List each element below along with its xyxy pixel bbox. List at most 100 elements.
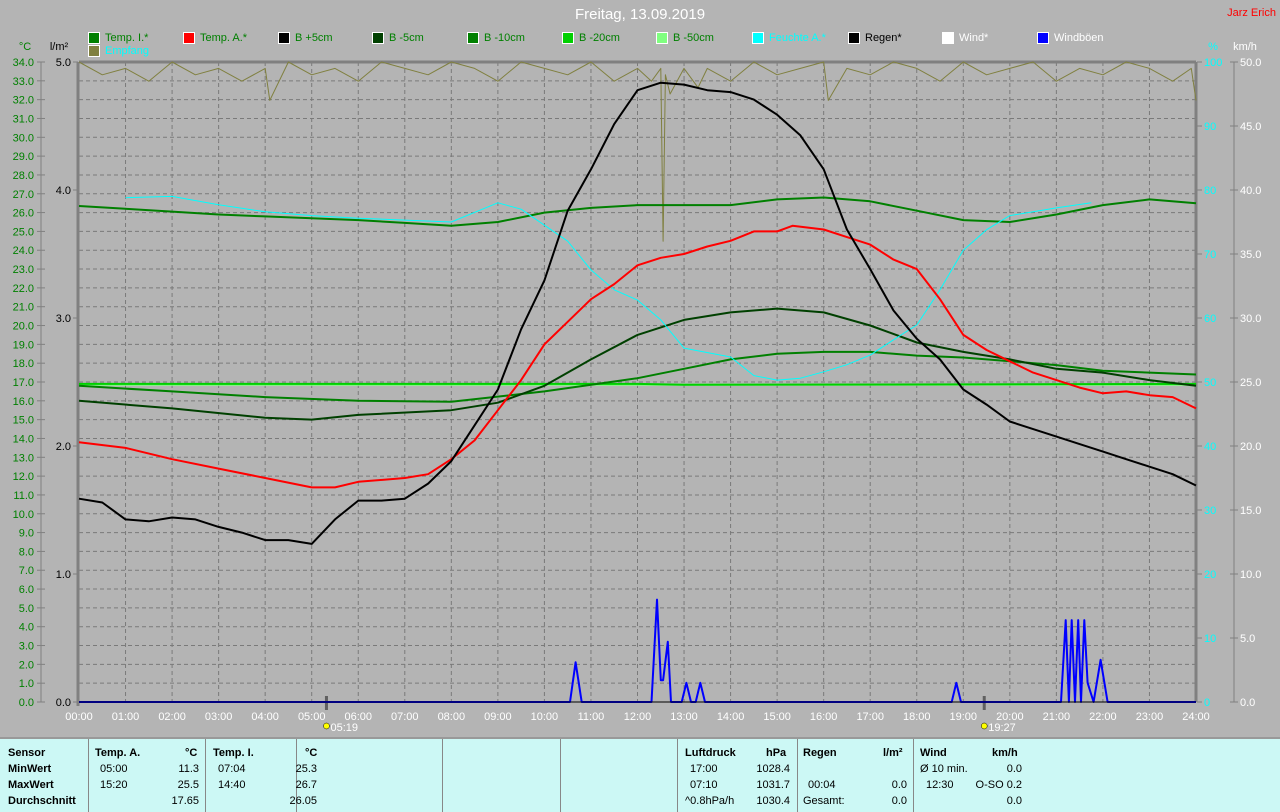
temp-a-max: 25.5 xyxy=(177,779,199,791)
legend-swatch xyxy=(88,32,100,44)
wind-tick-label: 15.0 xyxy=(1240,505,1261,517)
wind-unit: km/h xyxy=(992,747,1018,759)
wind-tick-label: 10.0 xyxy=(1240,569,1261,581)
x-tick-label: 17:00 xyxy=(856,711,884,723)
temp-i-unit: °C xyxy=(305,747,318,759)
x-tick-label: 12:00 xyxy=(624,711,652,723)
x-tick-label: 11:00 xyxy=(578,711,605,723)
x-tick-label: 24:00 xyxy=(1182,711,1210,723)
temp-tick-label: 14.0 xyxy=(13,433,34,445)
rain-tick-label: 0.0 xyxy=(56,697,71,709)
legend-swatch xyxy=(183,32,195,44)
wind-avg: 0.0 xyxy=(1006,763,1022,775)
temp-i-max: 26.7 xyxy=(295,779,317,791)
legend-label: Empfang xyxy=(105,45,150,57)
x-tick-label: 14:00 xyxy=(717,711,745,723)
temp-a-avg: 17.65 xyxy=(171,795,199,807)
rain-value: 0.0 xyxy=(891,779,907,791)
humidity-tick-label: 60 xyxy=(1204,313,1216,325)
temp-tick-label: 34.0 xyxy=(13,57,34,69)
rain-tick-label: 5.0 xyxy=(56,57,71,69)
pressure-min-time: 17:00 xyxy=(690,763,718,775)
temp-tick-label: 12.0 xyxy=(13,471,34,483)
wind-unit: km/h xyxy=(1233,41,1257,53)
legend-item: B -10cm xyxy=(467,31,525,45)
x-tick-label: 22:00 xyxy=(1089,711,1117,723)
legend-swatch xyxy=(562,32,574,44)
humidity-tick-label: 100 xyxy=(1204,57,1222,69)
temp-tick-label: 4.0 xyxy=(19,622,34,634)
temp-tick-label: 20.0 xyxy=(13,321,34,333)
x-tick-label: 23:00 xyxy=(1136,711,1164,723)
legend-label: Temp. A.* xyxy=(200,32,248,44)
legend-swatch xyxy=(372,32,384,44)
humidity-unit: % xyxy=(1208,41,1218,53)
temp-a-header: Temp. A. xyxy=(95,747,141,759)
temp-tick-label: 32.0 xyxy=(13,95,34,107)
legend-label: Wind* xyxy=(959,32,989,44)
rain-unit: l/m² xyxy=(883,747,903,759)
temp-tick-label: 0.0 xyxy=(19,697,34,709)
chart-title: Freitag, 13.09.2019 xyxy=(574,6,706,23)
temp-tick-label: 24.0 xyxy=(13,245,34,257)
temp-tick-label: 8.0 xyxy=(19,546,34,558)
x-tick-label: 10:00 xyxy=(531,711,559,723)
temp-tick-label: 7.0 xyxy=(19,565,34,577)
x-tick-label: 00:00 xyxy=(65,711,93,723)
temp-tick-label: 15.0 xyxy=(13,415,34,427)
wind-tick-label: 35.0 xyxy=(1240,249,1261,261)
sunrise-time: 05:19 xyxy=(330,722,358,734)
temp-i-max-time: 14:40 xyxy=(218,779,246,791)
sensor-header: Sensor xyxy=(8,747,46,759)
temp-i-avg: 26.05 xyxy=(289,795,317,807)
temp-tick-label: 16.0 xyxy=(13,396,34,408)
x-tick-label: 18:00 xyxy=(903,711,931,723)
wind-header: Wind xyxy=(920,747,947,759)
temp-tick-label: 1.0 xyxy=(19,678,34,690)
wind-max: O-SO 0.2 xyxy=(975,779,1022,791)
legend-item: Temp. I.* xyxy=(88,31,148,45)
wind-tick-label: 20.0 xyxy=(1240,441,1261,453)
legend-swatch xyxy=(467,32,479,44)
row-avg: Durchschnitt xyxy=(8,795,76,807)
row-max: MaxWert xyxy=(8,779,54,791)
rain-total-label: Gesamt: xyxy=(803,795,845,807)
rain-total: 0.0 xyxy=(891,795,907,807)
rain-header: Regen xyxy=(803,747,837,759)
x-tick-label: 03:00 xyxy=(205,711,233,723)
wind-tick-label: 40.0 xyxy=(1240,185,1261,197)
pressure-min: 1028.4 xyxy=(756,763,790,775)
wind-total: 0.0 xyxy=(1006,795,1022,807)
temp-i-min-time: 07:04 xyxy=(218,763,246,775)
x-tick-label: 02:00 xyxy=(158,711,186,723)
sunset-icon xyxy=(980,722,988,730)
wind-avg-label: Ø 10 min. xyxy=(920,763,968,775)
legend-swatch xyxy=(942,32,954,44)
x-tick-label: 19:00 xyxy=(950,711,978,723)
stats-table: Sensor MinWert MaxWert Durchschnitt Temp… xyxy=(0,737,1280,812)
x-tick-label: 15:00 xyxy=(763,711,791,723)
wind-max-time: 12:30 xyxy=(926,779,954,791)
temp-tick-label: 23.0 xyxy=(13,264,34,276)
temp-unit: °C xyxy=(19,41,31,53)
humidity-tick-label: 50 xyxy=(1204,377,1216,389)
x-tick-label: 13:00 xyxy=(670,711,698,723)
legend-label: B -50cm xyxy=(673,32,714,44)
temp-tick-label: 9.0 xyxy=(19,528,34,540)
legend-swatch xyxy=(848,32,860,44)
temp-tick-label: 30.0 xyxy=(13,132,34,144)
pressure-max: 1031.7 xyxy=(756,779,790,791)
wind-tick-label: 30.0 xyxy=(1240,313,1261,325)
sunrise-icon xyxy=(323,722,330,730)
x-tick-label: 08:00 xyxy=(438,711,466,723)
humidity-tick-label: 80 xyxy=(1204,185,1216,197)
legend-item: B -5cm xyxy=(372,31,424,45)
pressure-unit: hPa xyxy=(766,747,787,759)
legend-label: B +5cm xyxy=(295,32,333,44)
humidity-tick-label: 20 xyxy=(1204,569,1216,581)
temp-tick-label: 33.0 xyxy=(13,76,34,88)
x-tick-label: 07:00 xyxy=(391,711,419,723)
legend-swatch xyxy=(752,32,764,44)
legend-label: Temp. I.* xyxy=(105,32,149,44)
rain-time: 00:04 xyxy=(808,779,836,791)
